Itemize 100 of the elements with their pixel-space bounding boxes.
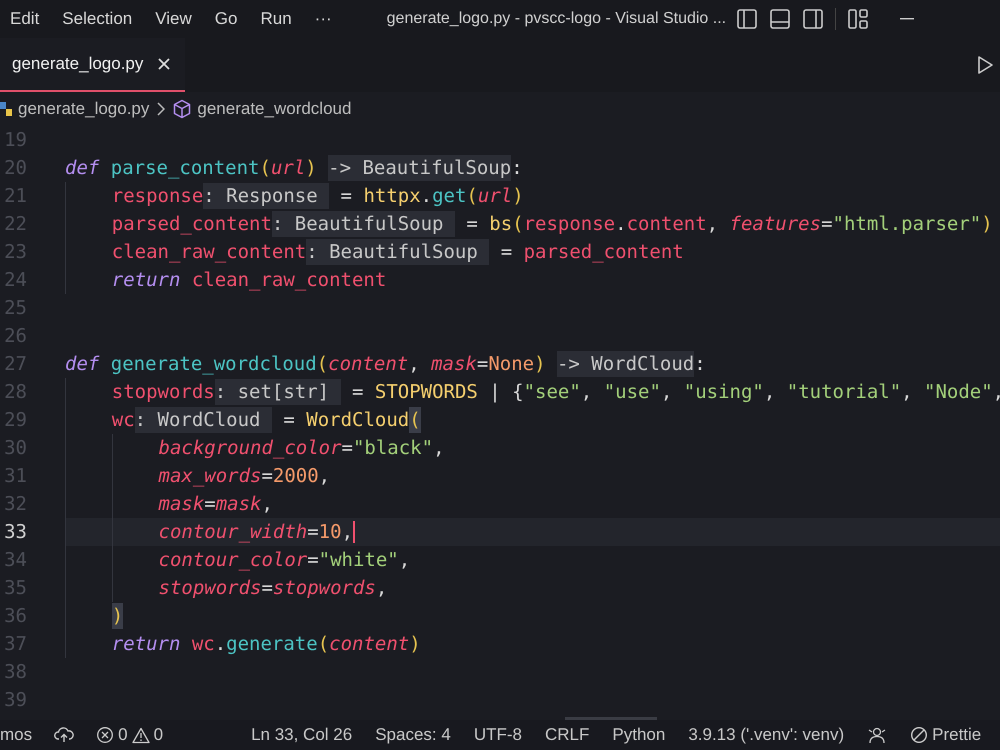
code-text: = [465, 212, 479, 237]
code-string: "use" [604, 380, 661, 405]
code-parameter: content [328, 352, 408, 377]
code-text: . [214, 632, 226, 657]
warning-count: 0 [154, 725, 164, 745]
code-function: get [432, 184, 466, 209]
code-variable: wc [112, 408, 135, 433]
panel-bottom-icon[interactable] [769, 8, 792, 30]
code-paren: ) [534, 352, 547, 377]
code-text: = [307, 520, 319, 545]
status-item[interactable]: CRLF [544, 725, 590, 745]
sidebar-left-icon[interactable] [736, 8, 758, 30]
code-text: . [615, 212, 627, 237]
code-text: , [342, 520, 354, 545]
code-function: parse_content [110, 156, 260, 181]
code-keyword: def [65, 156, 100, 181]
formatter-status[interactable]: Prettie [910, 725, 982, 745]
text-cursor [353, 521, 356, 543]
code-keyword: def [65, 352, 100, 377]
prohibited-icon [910, 726, 928, 744]
code-text: , [261, 492, 273, 517]
menu-item[interactable]: Go [214, 9, 238, 29]
code-variable: response [524, 212, 616, 237]
type-hint: -> WordCloud [556, 351, 694, 377]
status-item[interactable]: Ln 33, Col 26 [251, 725, 352, 745]
code-parameter: stopwords [158, 576, 262, 601]
breadcrumb-item[interactable]: generate_logo.py [18, 99, 150, 119]
code-parameter: mask [158, 492, 204, 517]
cloud-upload-icon[interactable] [54, 727, 74, 743]
code-text: , [376, 576, 388, 601]
code-parameter: mask [431, 352, 477, 377]
breadcrumb-item[interactable]: generate_wordcloud [197, 99, 352, 119]
code-parameter: features [730, 212, 822, 237]
matched-bracket: ) [112, 603, 124, 629]
code-paren: ( [259, 156, 271, 181]
code-variable: parsed_content [524, 240, 684, 265]
code-parameter: stopwords [272, 576, 376, 601]
code-string: "Node" [924, 380, 993, 405]
code-text: , [580, 380, 594, 405]
run-icon[interactable] [976, 55, 994, 75]
code-paren: ( [316, 352, 328, 377]
code-string: "black" [352, 436, 434, 461]
code-paren: ) [512, 184, 524, 209]
type-hint: -> BeautifulSoup [328, 155, 512, 181]
menu-item[interactable]: ··· [314, 9, 332, 29]
menu-item[interactable]: View [155, 9, 192, 29]
code-call: httpx [363, 184, 421, 209]
editor-tab[interactable]: generate_logo.py [0, 38, 186, 92]
code-parameter: url [478, 184, 512, 209]
status-item[interactable]: mos [0, 725, 32, 745]
code-variable: response [112, 184, 204, 209]
warning-icon [132, 726, 150, 744]
line-number: 33 [3, 521, 27, 543]
minimize-icon[interactable] [900, 18, 914, 20]
code-function: generate_wordcloud [110, 352, 317, 377]
cube-icon [173, 99, 192, 119]
code-string: "using" [684, 380, 764, 405]
code-string: "see" [524, 380, 581, 405]
code-text: : [694, 352, 706, 377]
code-text: | { [488, 380, 524, 405]
layout-icon[interactable] [847, 8, 870, 30]
code-text: , [398, 548, 410, 573]
code-parameter: mask [216, 492, 262, 517]
menu-item[interactable]: Run [260, 9, 292, 29]
code-function: generate [226, 632, 318, 657]
code-text: = [282, 408, 296, 433]
status-item[interactable]: 3.9.13 ('.venv': venv) [688, 725, 844, 745]
feedback-icon[interactable] [867, 726, 888, 744]
error-icon [96, 726, 114, 744]
status-item[interactable]: Python [612, 725, 666, 745]
type-hint: : Response [203, 183, 330, 209]
code-parameter: content [329, 632, 410, 657]
code-variable: clean_raw_content [192, 268, 386, 293]
code-text: = [821, 212, 833, 237]
code-text: , [764, 380, 776, 405]
type-hint: : set[str] [214, 379, 341, 405]
status-item[interactable]: UTF-8 [474, 725, 522, 745]
code-keyword: return [112, 632, 182, 657]
code-text: : [511, 156, 523, 181]
code-text: = [350, 380, 364, 405]
code-text: , [992, 380, 1000, 405]
code-number: 2000 [272, 464, 319, 489]
close-icon[interactable] [157, 57, 172, 71]
sidebar-right-icon[interactable] [802, 8, 824, 30]
code-paren: ( [318, 632, 330, 657]
window-title: generate_logo.py - pvscc-logo - Visual Studio ... [386, 10, 726, 28]
matched-bracket: ( [409, 407, 421, 433]
problems-button[interactable]: 0 0 [96, 725, 164, 745]
code-keyword: return [112, 268, 182, 293]
type-hint: : BeautifulSoup [272, 211, 455, 237]
code-text: , [660, 380, 674, 405]
menu-item[interactable]: Edit [10, 9, 40, 29]
code-text: , [433, 436, 445, 461]
status-item[interactable]: Spaces: 4 [375, 725, 451, 745]
code-string: "tutorial" [786, 380, 902, 405]
code-text: , [706, 212, 720, 237]
code-paren: ) [409, 632, 421, 657]
code-variable: parsed_content [112, 212, 272, 237]
menu-item[interactable]: Selection [62, 9, 132, 29]
code-string: "white" [318, 548, 399, 573]
